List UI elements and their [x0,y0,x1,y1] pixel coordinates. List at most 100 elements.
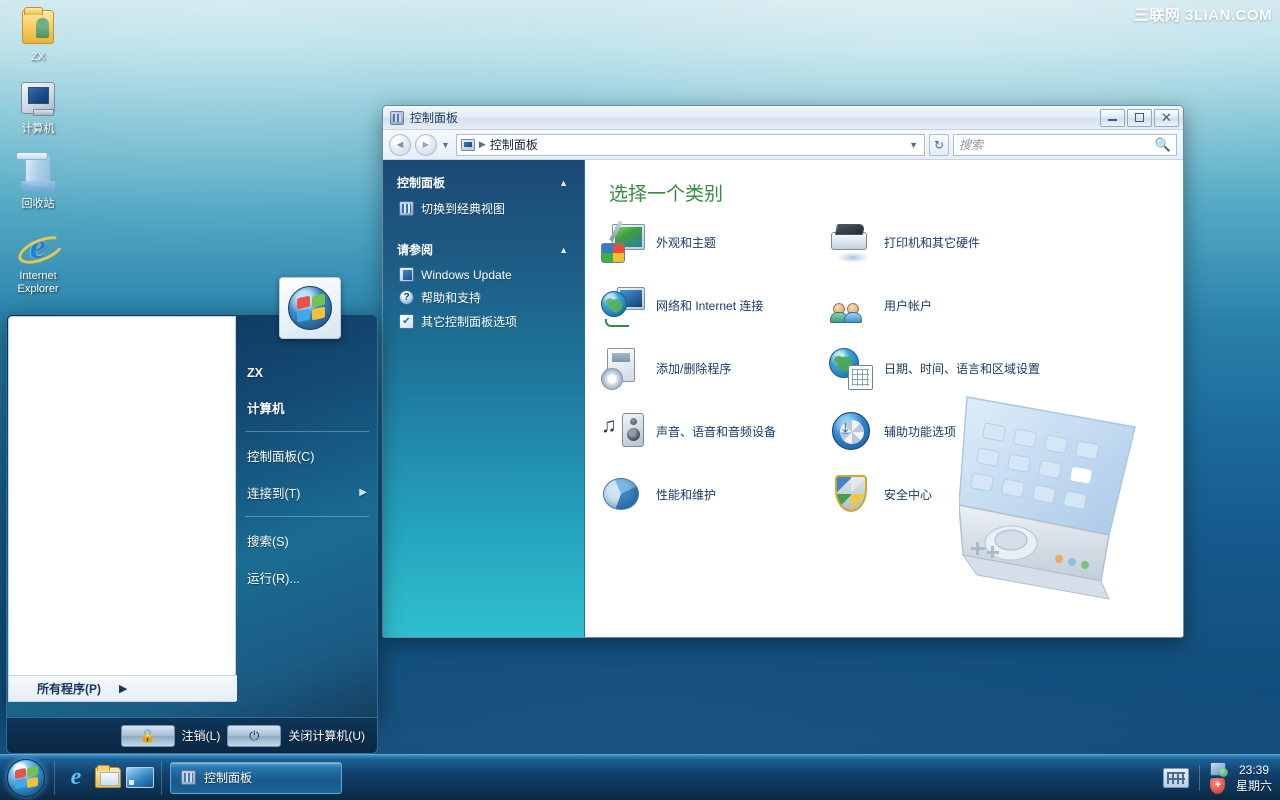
desktop-icon-recycle-bin[interactable]: 回收站 [0,148,76,217]
desktop-icon-internet-explorer[interactable]: e Internet Explorer [0,223,76,302]
category-label: 日期、时间、语言和区域设置 [884,360,1040,377]
taskbar-task-label: 控制面板 [204,769,252,786]
user-avatar-container[interactable] [279,277,341,339]
search-placeholder: 搜索 [959,136,1155,153]
category-performance-maintenance[interactable]: 性能和维护 [601,472,829,516]
all-programs-button[interactable]: 所有程序(P) ▶ [9,675,237,701]
logoff-button[interactable]: 🔒 [121,725,175,747]
sidebar-item-other-options[interactable]: 其它控制面板选项 [397,313,574,330]
start-menu-programs-pane[interactable]: 所有程序(P) ▶ [8,316,236,702]
desktop-icon-computer[interactable]: 计算机 [0,76,76,142]
desktop-icon-label: 计算机 [2,123,74,136]
address-field[interactable]: ▶ 控制面板 ▼ [456,134,925,156]
other-options-icon [399,314,414,329]
classic-view-icon [399,201,414,216]
shutdown-button[interactable]: ⏻ [227,725,281,747]
minimize-button[interactable] [1100,109,1125,127]
category-security-center[interactable]: 安全中心 [829,472,1183,516]
quicklaunch-show-desktop[interactable] [125,763,155,793]
windows-update-icon [399,267,414,282]
start-menu-item-search[interactable]: 搜索(S) [245,522,373,559]
category-accessibility[interactable]: ⤓ 辅助功能选项 [829,409,1183,453]
sidebar-item-label: 其它控制面板选项 [421,313,517,330]
start-menu-item-label: 搜索(S) [247,531,289,550]
category-date-time-language[interactable]: 日期、时间、语言和区域设置 [829,346,1183,390]
computer-icon [18,80,58,120]
add-remove-programs-icon [601,346,645,390]
category-label: 声音、语音和音频设备 [656,423,776,440]
quicklaunch-internet-explorer[interactable]: e [61,763,91,793]
back-button[interactable]: ◄ [389,134,411,156]
category-appearance-themes[interactable]: 外观和主题 [601,220,829,264]
window-controls: ✕ [1100,109,1181,127]
category-sounds-audio[interactable]: ♫ 声音、语音和音频设备 [601,409,829,453]
start-menu-panel: 所有程序(P) ▶ ZX 计算机 控制面板(C) 连接到(T) [6,314,378,718]
clock[interactable]: 23:39 星期六 [1236,762,1272,794]
keyboard-icon[interactable] [1163,768,1189,788]
chevron-down-icon[interactable]: ▼ [909,140,920,150]
security-shield-icon[interactable] [1210,778,1225,794]
window-title: 控制面板 [410,109,1100,126]
history-dropdown-icon[interactable]: ▼ [441,140,450,150]
start-menu-item-label: 控制面板(C) [247,446,314,465]
system-tray: 23:39 星期六 [1163,755,1280,800]
start-menu-item-control-panel[interactable]: 控制面板(C) [245,437,373,474]
desktop-icon-label: ZX [2,51,74,64]
start-button[interactable] [4,758,48,798]
category-network-internet[interactable]: 网络和 Internet 连接 [601,283,829,327]
address-bar: ◄ ► ▼ ▶ 控制面板 ▼ ↻ 搜索 🔍 [383,130,1183,160]
desktop-icon-zx[interactable]: ZX [0,4,76,70]
start-menu-item-label: ZX [247,366,263,380]
category-add-remove-programs[interactable]: 添加/删除程序 [601,346,829,390]
desktop-icon-list: ZX 计算机 回收站 e Internet Explorer [0,4,76,308]
sidebar-item-help-support[interactable]: ? 帮助和支持 [397,289,574,306]
start-menu-item-user[interactable]: ZX [245,357,373,389]
category-label: 打印机和其它硬件 [884,234,980,251]
chevron-up-icon[interactable]: ▲ [559,245,568,255]
sidebar-item-windows-update[interactable]: Windows Update [397,267,574,282]
category-printers-hardware[interactable]: 打印机和其它硬件 [829,220,1183,264]
category-user-accounts[interactable]: 用户帐户 [829,283,1183,327]
clock-time: 23:39 [1236,762,1272,778]
taskbar-task-control-panel[interactable]: 控制面板 [170,762,342,794]
search-icon: 🔍 [1155,137,1171,153]
start-menu-item-computer[interactable]: 计算机 [245,389,373,426]
ie-icon: e [18,227,58,267]
start-menu-places-pane: ZX 计算机 控制面板(C) 连接到(T) ▶ 搜索(S) 运行(R)... [245,357,373,596]
sidebar-section-control-panel[interactable]: 控制面板 ▲ [397,174,574,191]
chevron-up-icon[interactable]: ▲ [559,178,568,188]
start-menu-item-run[interactable]: 运行(R)... [245,559,373,596]
refresh-button[interactable]: ↻ [929,134,949,156]
clock-day: 星期六 [1236,778,1272,794]
search-input[interactable]: 搜索 🔍 [953,134,1177,156]
breadcrumb-path: 控制面板 [490,136,905,153]
category-label: 网络和 Internet 连接 [656,297,763,314]
start-menu-item-label: 计算机 [247,398,285,417]
quicklaunch-file-explorer[interactable] [93,763,123,793]
maximize-button[interactable] [1127,109,1152,127]
divider [245,516,369,517]
start-menu-item-label: 运行(R)... [247,568,300,587]
appearance-themes-icon [601,220,645,264]
power-icon: ⏻ [249,728,259,744]
close-button[interactable]: ✕ [1154,109,1179,127]
chevron-right-icon: ▶ [359,487,367,498]
start-menu: 所有程序(P) ▶ ZX 计算机 控制面板(C) 连接到(T) [6,314,378,754]
sidebar-item-label: Windows Update [421,268,512,282]
sidebar-item-classic-view[interactable]: 切换到经典视图 [397,200,574,217]
start-menu-item-connect-to[interactable]: 连接到(T) ▶ [245,474,373,511]
computer-icon [461,139,475,151]
start-orb-icon [7,759,45,797]
desktop-icon [126,767,154,788]
forward-button[interactable]: ► [415,134,437,156]
sidebar-section-see-also[interactable]: 请参阅 ▲ [397,241,574,258]
window-titlebar[interactable]: 控制面板 ✕ [383,106,1183,130]
category-label: 添加/删除程序 [656,360,731,377]
sidebar-spacer [397,224,574,241]
network-icon[interactable] [1210,762,1226,776]
avatar [279,277,341,339]
folder-icon [95,767,121,788]
sidebar-item-label: 切换到经典视图 [421,200,505,217]
folder-icon [18,8,58,48]
category-label: 辅助功能选项 [884,423,956,440]
